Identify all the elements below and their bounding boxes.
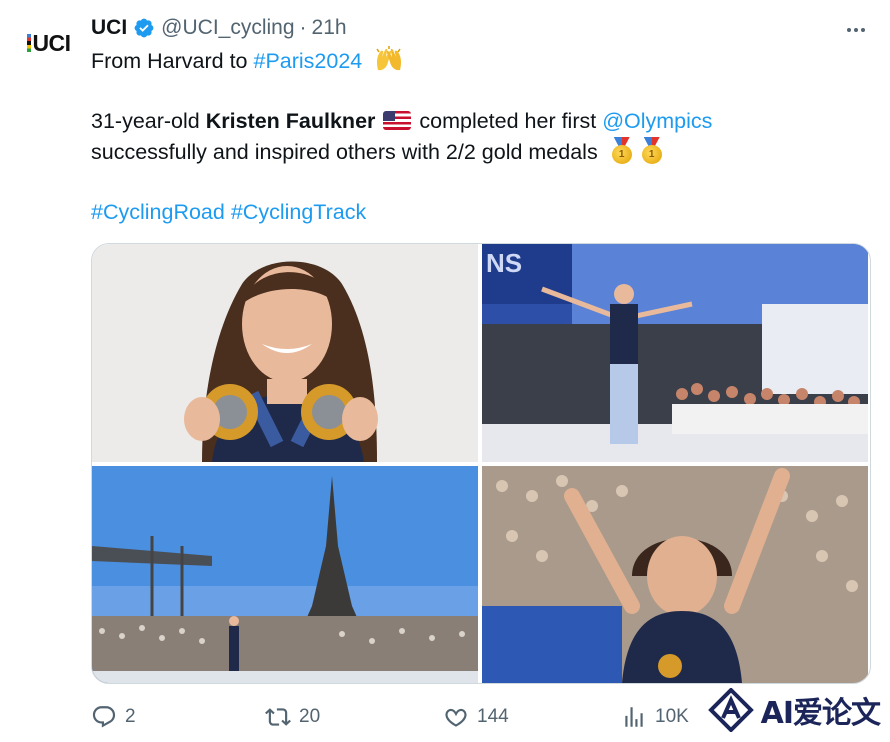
gold-medal-emoji-icon: 1 [640, 137, 664, 164]
watermark-logo-icon [707, 688, 754, 732]
watermark: AI爱论文 [690, 684, 881, 736]
photo-eiffel-tower-crowd[interactable] [92, 466, 478, 683]
views-count: 10K [655, 706, 689, 727]
uci-logo-stripes [27, 34, 32, 52]
athlete-name: Kristen Faulkner [205, 109, 376, 133]
reply-icon [92, 706, 116, 728]
tweet-header: UCI @UCI_cycling · 21h [91, 15, 347, 41]
like-button[interactable]: 144 [443, 704, 509, 730]
photo-medals-portrait[interactable] [92, 244, 478, 462]
repost-icon [265, 708, 291, 726]
photo-arms-raised-crowd[interactable] [482, 466, 868, 683]
tweet-line-3: successfully and inspired others with 2/… [91, 137, 851, 168]
more-options-icon[interactable] [844, 18, 868, 44]
us-flag-emoji-icon [383, 111, 412, 130]
reply-count: 2 [125, 706, 136, 727]
svg-text:NS: NS [486, 248, 522, 278]
uci-logo-text: UCI [32, 29, 71, 56]
watermark-text: AI爱论文 [760, 696, 881, 731]
like-count: 144 [477, 706, 509, 727]
media-grid: NS [91, 243, 871, 684]
avatar[interactable]: UCI [18, 26, 80, 60]
reply-button[interactable]: 2 [91, 704, 136, 730]
views-chart-icon [625, 707, 643, 727]
gold-medal-emoji-icon: 1 [610, 137, 634, 164]
account-handle[interactable]: @UCI_cycling [161, 16, 294, 40]
verified-badge-icon [133, 17, 155, 39]
hashtag-paris2024[interactable]: #Paris2024 [253, 49, 362, 73]
text-segment: completed her first [413, 109, 603, 133]
hashtag-cyclingroad[interactable]: #CyclingRoad [91, 200, 225, 224]
account-name[interactable]: UCI [91, 16, 127, 40]
heart-icon [445, 708, 467, 727]
repost-count: 20 [299, 706, 321, 727]
tweet-line-1: From Harvard to #Paris2024 [91, 46, 851, 77]
separator-dot: · [299, 16, 307, 39]
text-segment: successfully and inspired others with 2/… [91, 140, 598, 164]
mention-olympics[interactable]: @Olympics [602, 109, 712, 133]
text-segment: From Harvard to [91, 49, 254, 73]
tweet-line-2: 31-year-old Kristen Faulkner completed h… [91, 106, 851, 137]
repost-button[interactable]: 20 [265, 704, 320, 730]
hashtag-cyclingtrack[interactable]: #CyclingTrack [231, 200, 366, 224]
text-segment: 31-year-old [91, 109, 206, 133]
photo-stadium-walk[interactable]: NS [482, 244, 868, 462]
raising-hands-emoji-icon [374, 46, 404, 72]
action-bar: 2 20 144 10K [91, 702, 791, 732]
views-button[interactable]: 10K [621, 704, 689, 730]
tweet-line-4: #CyclingRoad #CyclingTrack [91, 197, 851, 228]
timestamp[interactable]: 21h [312, 16, 347, 40]
tweet-text: From Harvard to #Paris2024 31-year-old K… [91, 46, 851, 228]
